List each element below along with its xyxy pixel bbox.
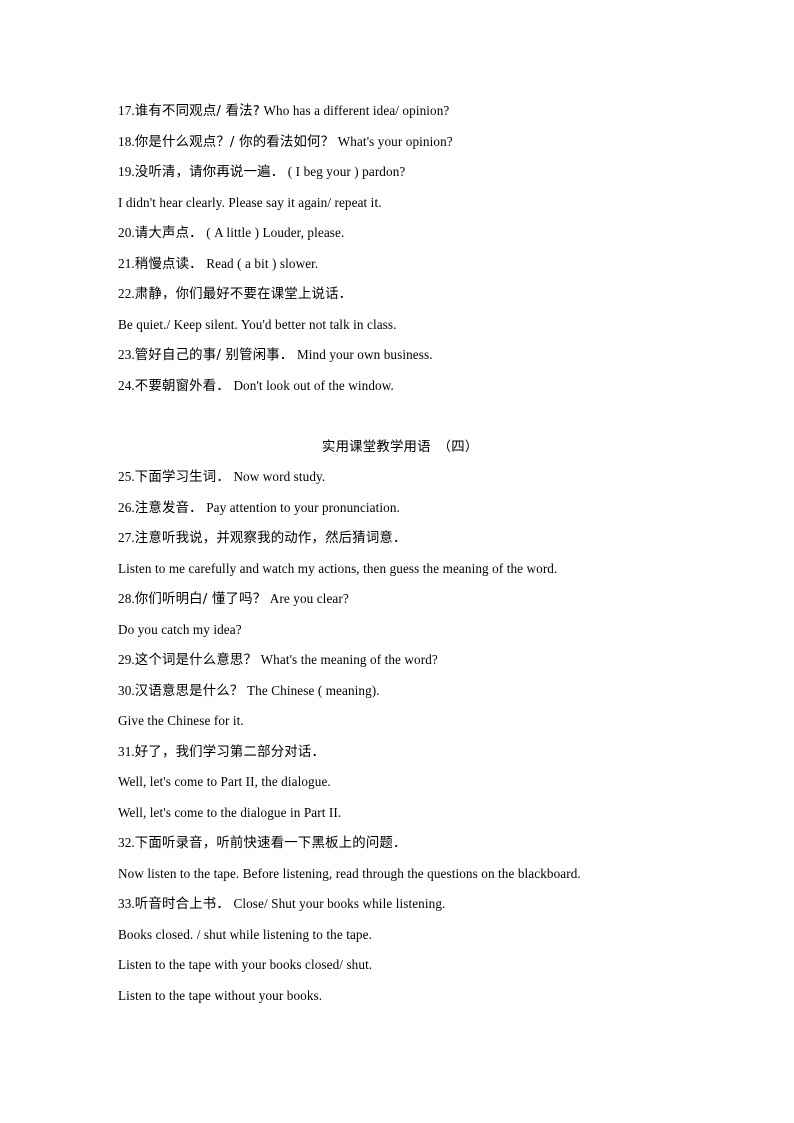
- chinese-text: 肃静，你们最好不要在课堂上说话．: [134, 287, 353, 302]
- item-number: 18.: [118, 133, 135, 149]
- english-text: Do you catch my idea?: [118, 621, 242, 637]
- english-text: Be quiet./ Keep silent. You'd better not…: [118, 316, 397, 332]
- item-number: 33.: [118, 896, 135, 911]
- english-text: Give the Chinese for it.: [118, 713, 244, 728]
- english-text: What's the meaning of the word?: [260, 652, 438, 667]
- english-text: Don't look out of the window.: [233, 377, 394, 393]
- document-page: 17.谁有不同观点/ 看法? Who has a different idea/…: [0, 0, 794, 1123]
- item-number: 30.: [118, 682, 135, 698]
- translation-line: Listen to the tape with your books close…: [118, 950, 678, 981]
- item-number: 19.: [118, 164, 135, 179]
- numbered-item: 23.管好自己的事/ 别管闲事． Mind your own business.: [118, 340, 678, 371]
- english-text: Close/ Shut your books while listening.: [233, 896, 446, 911]
- chinese-text: 稍慢点读．: [134, 256, 203, 272]
- numbered-item: 26.注意发音． Pay attention to your pronuncia…: [118, 493, 678, 524]
- item-number: 28.: [118, 591, 135, 606]
- numbered-item: 30.汉语意思是什么？ The Chinese ( meaning).: [118, 676, 678, 707]
- translation-line: Books closed. / shut while listening to …: [118, 920, 678, 951]
- item-number: 27.: [118, 530, 135, 545]
- numbered-item: 28.你们听明白/ 懂了吗？ Are you clear?: [118, 584, 678, 615]
- english-text: I didn't hear clearly. Please say it aga…: [118, 194, 382, 210]
- english-text: Listen to me carefully and watch my acti…: [118, 560, 558, 576]
- translation-line: Do you catch my idea?: [118, 615, 678, 646]
- chinese-text: 谁有不同观点/ 看法?: [134, 104, 260, 119]
- english-text: Who has a different idea/ opinion?: [263, 103, 450, 118]
- english-text: The Chinese ( meaning).: [247, 682, 380, 698]
- translation-line: Listen to the tape without your books.: [118, 981, 678, 1012]
- translation-line: Be quiet./ Keep silent. You'd better not…: [118, 310, 678, 341]
- english-text: ( A little ) Louder, please.: [206, 225, 345, 240]
- translation-line: Now listen to the tape. Before listening…: [118, 859, 678, 890]
- chinese-text: 好了，我们学习第二部分对话．: [134, 744, 326, 760]
- english-text: Listen to the tape without your books.: [118, 987, 323, 1003]
- chinese-text: 请大声点．: [134, 226, 203, 241]
- chinese-text: 管好自己的事/ 别管闲事．: [134, 348, 294, 363]
- translation-line: Well, let's come to the dialogue in Part…: [118, 798, 678, 829]
- chinese-text: 没听清，请你再说一遍．: [134, 165, 285, 180]
- english-text: Pay attention to your pronunciation.: [206, 499, 400, 515]
- translation-line: Well, let's come to Part II, the dialogu…: [118, 767, 678, 798]
- chinese-text: 不要朝窗外看．: [134, 378, 230, 394]
- item-number: 17.: [118, 103, 135, 118]
- chinese-text: 汉语意思是什么？: [134, 683, 244, 699]
- english-text: Well, let's come to the dialogue in Part…: [118, 804, 342, 820]
- item-number: 24.: [118, 377, 135, 393]
- numbered-item: 25.下面学习生词． Now word study.: [118, 462, 678, 493]
- numbered-item: 18.你是什么观点？/ 你的看法如何？ What's your opinion?: [118, 127, 678, 158]
- document-body: 17.谁有不同观点/ 看法? Who has a different idea/…: [118, 96, 678, 1011]
- numbered-item: 31.好了，我们学习第二部分对话．: [118, 737, 678, 768]
- english-text: Books closed. / shut while listening to …: [118, 926, 372, 942]
- section-heading: 实用课堂教学用语 （四）: [118, 432, 678, 463]
- numbered-item: 22.肃静，你们最好不要在课堂上说话．: [118, 279, 678, 310]
- numbered-item: 17.谁有不同观点/ 看法? Who has a different idea/…: [118, 96, 678, 127]
- translation-line: Give the Chinese for it.: [118, 706, 678, 737]
- english-text: Well, let's come to Part II, the dialogu…: [118, 774, 331, 789]
- english-text: Read ( a bit ) slower.: [206, 255, 319, 271]
- english-text: Now word study.: [233, 469, 326, 484]
- item-number: 21.: [118, 255, 135, 271]
- chinese-text: 下面听录音，听前快速看一下黑板上的问题．: [134, 836, 407, 851]
- chinese-text: 你是什么观点？/ 你的看法如何？: [134, 134, 335, 150]
- numbered-item: 24.不要朝窗外看． Don't look out of the window.: [118, 371, 678, 402]
- chinese-text: 注意听我说，并观察我的动作，然后猜词意．: [134, 531, 407, 546]
- item-number: 22.: [118, 286, 135, 301]
- english-text: ( I beg your ) pardon?: [287, 164, 406, 179]
- english-text: Mind your own business.: [296, 347, 433, 362]
- numbered-item: 33.听音时合上书． Close/ Shut your books while …: [118, 889, 678, 920]
- item-number: 32.: [118, 835, 135, 850]
- numbered-item: 27.注意听我说，并观察我的动作，然后猜词意．: [118, 523, 678, 554]
- numbered-item: 29.这个词是什么意思？ What's the meaning of the w…: [118, 645, 678, 676]
- item-number: 25.: [118, 469, 135, 484]
- numbered-item: 21.稍慢点读． Read ( a bit ) slower.: [118, 249, 678, 280]
- numbered-item: 32.下面听录音，听前快速看一下黑板上的问题．: [118, 828, 678, 859]
- translation-line: Listen to me carefully and watch my acti…: [118, 554, 678, 585]
- item-number: 26.: [118, 499, 135, 515]
- chinese-text: 听音时合上书．: [134, 897, 230, 912]
- chinese-text: 下面学习生词．: [134, 470, 230, 485]
- chinese-text: 这个词是什么意思？: [134, 653, 258, 668]
- chinese-text: 你们听明白/ 懂了吗？: [134, 592, 267, 607]
- numbered-item: 20.请大声点． ( A little ) Louder, please.: [118, 218, 678, 249]
- item-number: 29.: [118, 652, 135, 667]
- english-text: Listen to the tape with your books close…: [118, 957, 373, 972]
- numbered-item: 19.没听清，请你再说一遍． ( I beg your ) pardon?: [118, 157, 678, 188]
- translation-line: I didn't hear clearly. Please say it aga…: [118, 188, 678, 219]
- english-text: What's your opinion?: [337, 133, 453, 149]
- english-text: Are you clear?: [269, 591, 349, 606]
- section-heading-text: 实用课堂教学用语 （四）: [322, 439, 479, 455]
- english-text: Now listen to the tape. Before listening…: [118, 865, 581, 881]
- item-number: 23.: [118, 347, 135, 362]
- chinese-text: 注意发音．: [134, 500, 203, 516]
- item-number: 20.: [118, 225, 135, 240]
- item-number: 31.: [118, 743, 135, 759]
